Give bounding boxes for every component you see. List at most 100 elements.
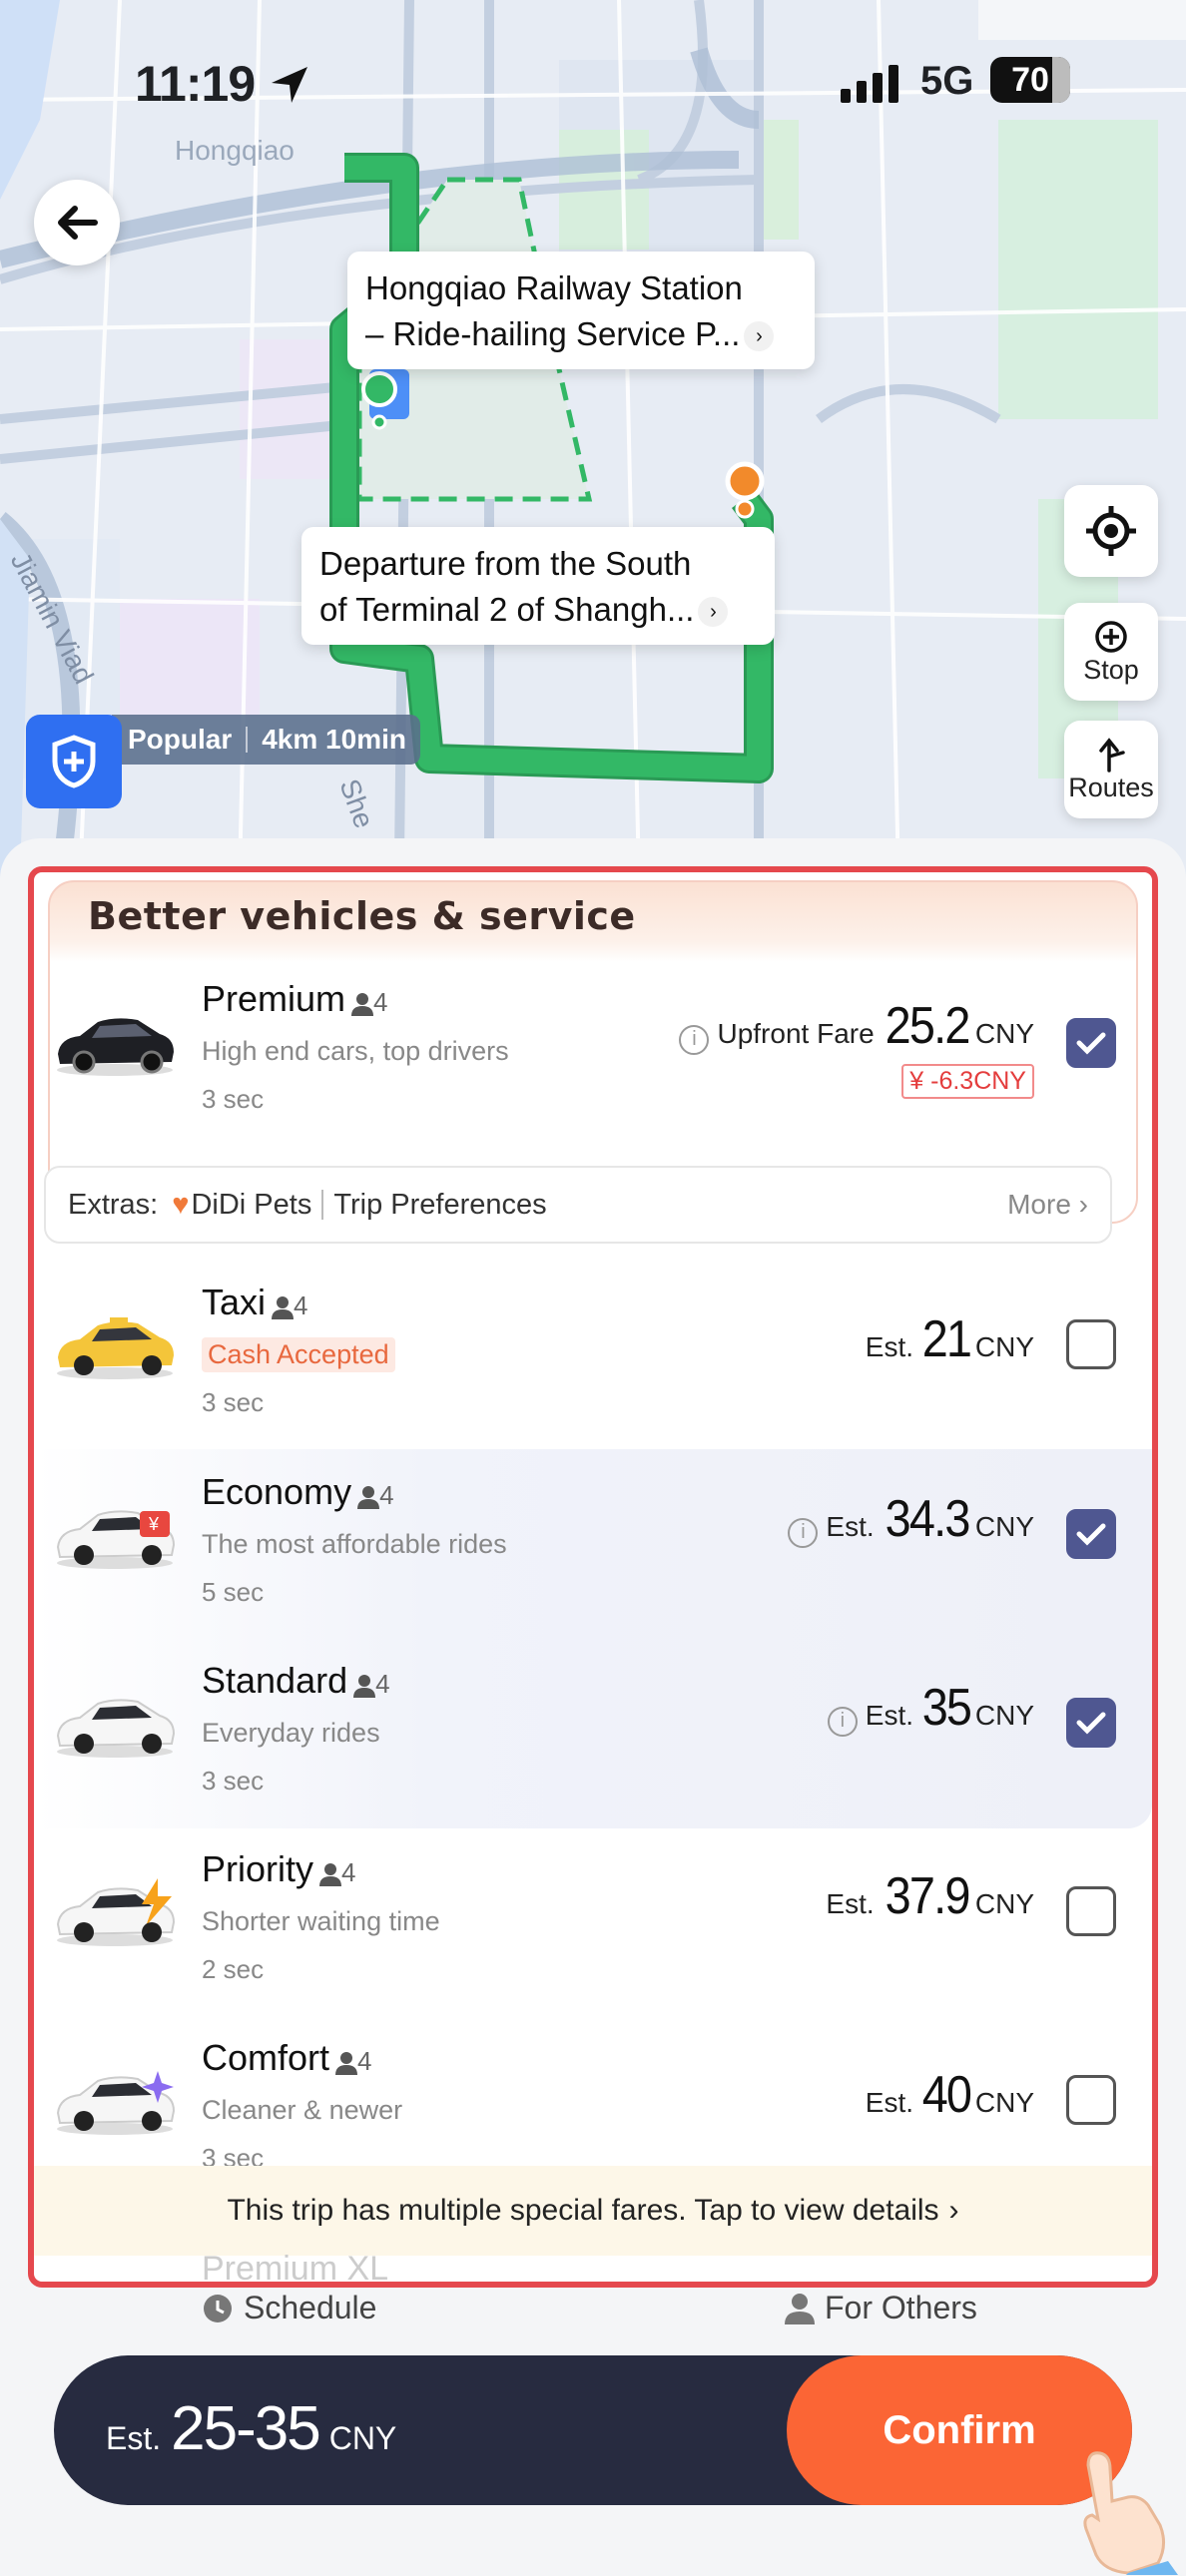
- price-value: 25.2: [885, 997, 970, 1055]
- ride-option-standard[interactable]: Standard 4 Everyday rides 3 sec i Est. 35 CN…: [34, 1634, 1152, 1821]
- estimated-fare: Est. 25-35 CNY: [106, 2393, 396, 2464]
- svg-text:¥: ¥: [148, 1514, 160, 1534]
- ride-option-premium[interactable]: Premium 4 High end cars, top drivers 3 se…: [34, 952, 1152, 1140]
- locate-button[interactable]: [1064, 485, 1158, 577]
- ride-checkbox[interactable]: [1066, 1319, 1116, 1369]
- dropoff-line-1: Departure from the South: [319, 545, 692, 582]
- discount-value: -6.3CNY: [930, 1067, 1026, 1095]
- routes-button[interactable]: Routes: [1064, 721, 1158, 818]
- special-fares-banner[interactable]: This trip has multiple special fares. Ta…: [34, 2166, 1152, 2256]
- ride-price: i Est. 34.3 CNY: [788, 1489, 1034, 1549]
- for-others-label: For Others: [825, 2290, 977, 2325]
- ride-checkbox[interactable]: [1066, 1698, 1116, 1748]
- ride-eta: 3 sec: [202, 1084, 265, 1114]
- ride-description: Shorter waiting time: [202, 1906, 440, 1936]
- info-icon[interactable]: i: [827, 1706, 858, 1737]
- clock-icon: [204, 2294, 232, 2322]
- price-unit: CNY: [974, 1511, 1034, 1542]
- ride-option-taxi[interactable]: Taxi 4 Cash Accepted 3 sec Est. 21 CNY: [34, 1256, 1152, 1443]
- schedule-label: Schedule: [244, 2290, 377, 2325]
- extras-label: Extras:: [68, 1188, 159, 1221]
- for-others-button[interactable]: For Others: [785, 2290, 977, 2326]
- schedule-button[interactable]: Schedule: [202, 2290, 376, 2326]
- ride-eta: 3 sec: [202, 1766, 265, 1796]
- passenger-count: 4: [379, 1480, 394, 1510]
- price-unit: CNY: [974, 1331, 1034, 1362]
- estimate-range: 25-35: [171, 2394, 321, 2463]
- person-icon: [357, 1486, 380, 1510]
- ride-description: Everyday rides: [202, 1718, 380, 1748]
- ride-price: i Est. 35 CNY: [827, 1678, 1034, 1738]
- ride-option-peek: Premium XL: [202, 2250, 389, 2288]
- special-fares-text: This trip has multiple special fares. Ta…: [227, 2194, 939, 2227]
- ride-option-priority[interactable]: Priority 4 Shorter waiting time 2 sec Est…: [34, 1822, 1152, 2010]
- battery-icon: [1052, 57, 1070, 103]
- ride-eta: 5 sec: [202, 1577, 265, 1607]
- ride-eta: 2 sec: [202, 1954, 265, 1984]
- ride-name: Standard: [202, 1660, 348, 1701]
- extras-more-link[interactable]: More ›: [1007, 1189, 1088, 1221]
- price-unit: CNY: [974, 1700, 1034, 1731]
- ride-price: Est. 37.9 CNY: [826, 1866, 1034, 1926]
- price-label: Est.: [826, 1511, 875, 1542]
- info-icon[interactable]: i: [788, 1517, 819, 1548]
- add-stop-button[interactable]: Stop: [1064, 603, 1158, 701]
- stop-label: Stop: [1083, 654, 1139, 685]
- ride-name: Comfort: [202, 2037, 330, 2078]
- car-white-icon: ¥: [56, 1510, 176, 1569]
- signal-icon: [841, 65, 906, 110]
- extras-pets: DiDi Pets: [191, 1188, 312, 1221]
- route-tag: Popular: [128, 724, 233, 755]
- safety-button[interactable]: [26, 715, 122, 808]
- map-label-hongqiao: Hongqiao: [175, 135, 295, 166]
- person-icon: [785, 2293, 815, 2324]
- price-label: Est.: [865, 2087, 914, 2118]
- price-value: 37.9: [885, 1867, 970, 1925]
- ride-option-economy[interactable]: ¥ Economy 4 The most affordable rides 5 s…: [34, 1445, 1152, 1633]
- ride-checkbox[interactable]: [1066, 1018, 1116, 1068]
- ride-checkbox[interactable]: [1066, 1886, 1116, 1936]
- extras-bar[interactable]: Extras: ♥ DiDi Pets Trip Preferences Mor…: [44, 1166, 1112, 1244]
- price-label: Est.: [865, 1700, 914, 1731]
- crosshair-icon: [1086, 506, 1136, 556]
- trip-options: Schedule For Others: [0, 2286, 1186, 2355]
- info-icon[interactable]: i: [679, 1024, 710, 1055]
- map-view[interactable]: Hongqiao Jiamin Viad She 11:19 5G 70 Hon…: [0, 0, 1186, 878]
- cash-accepted-badge: Cash Accepted: [202, 1337, 395, 1372]
- status-time: 11:19: [135, 56, 256, 112]
- ride-name: Premium: [202, 978, 346, 1019]
- ride-eta: 3 sec: [202, 1387, 265, 1417]
- ride-description: High end cars, top drivers: [202, 1036, 509, 1066]
- ride-options-panel: Better vehicles & service Premium 4 High …: [28, 866, 1158, 2288]
- car-black-icon: [57, 1018, 174, 1076]
- divider: [246, 727, 249, 753]
- price-value: 34.3: [885, 1490, 970, 1548]
- car-priority-icon: [56, 1878, 176, 1946]
- person-icon: [335, 2052, 358, 2076]
- location-arrow-icon: [268, 63, 311, 112]
- pickup-line-1: Hongqiao Railway Station: [365, 269, 743, 306]
- price-value: 35: [921, 1679, 972, 1737]
- passenger-count: 4: [373, 987, 388, 1017]
- extras-preferences: Trip Preferences: [333, 1188, 547, 1221]
- routes-icon: [1099, 737, 1125, 773]
- back-button[interactable]: [34, 180, 120, 265]
- ride-options-sheet: Better vehicles & service Premium 4 High …: [0, 838, 1186, 2576]
- price-value: 21: [921, 1310, 972, 1368]
- ride-checkbox[interactable]: [1066, 2075, 1116, 2125]
- price-label: Est.: [826, 1888, 875, 1919]
- shield-icon: [52, 735, 96, 788]
- route-info: 4km 10min: [262, 724, 406, 755]
- price-unit: CNY: [974, 1888, 1034, 1919]
- discount-badge: ¥ -6.3CNY: [901, 1064, 1034, 1099]
- price-unit: CNY: [974, 1018, 1034, 1049]
- coupon-icon: ¥: [909, 1067, 924, 1095]
- ride-checkbox[interactable]: [1066, 1509, 1116, 1559]
- dropoff-callout[interactable]: Departure from the South of Terminal 2 o…: [301, 527, 775, 645]
- tap-hand-icon: [1083, 2451, 1178, 2575]
- route-info-pill: Popular 4km 10min: [112, 715, 420, 765]
- chevron-right-icon: ›: [744, 321, 775, 352]
- check-icon: [1076, 1712, 1106, 1735]
- pickup-callout[interactable]: Hongqiao Railway Station – Ride-hailing …: [347, 252, 815, 369]
- chevron-right-icon: ›: [948, 2194, 959, 2227]
